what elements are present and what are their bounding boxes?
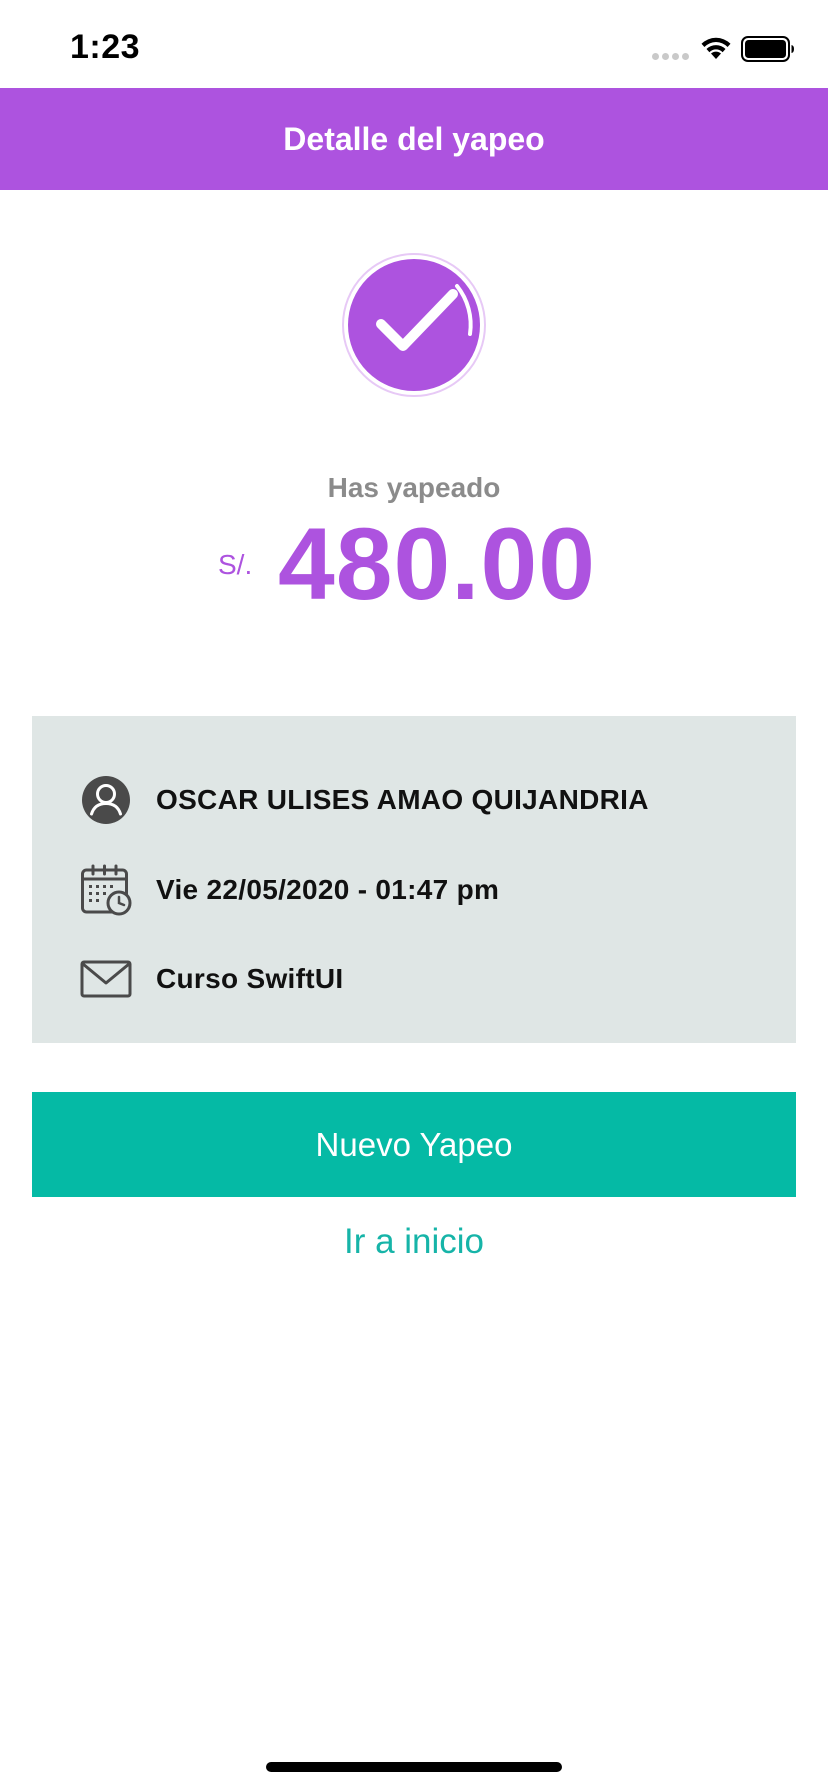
checkmark-circle-icon — [342, 253, 486, 397]
recipient-name: OSCAR ULISES AMAO QUIJANDRIA — [156, 784, 649, 815]
currency-symbol: S/. — [218, 549, 253, 580]
amount-display: S/. 480.00 — [0, 505, 828, 621]
home-indicator — [266, 1762, 562, 1772]
wifi-icon — [701, 37, 731, 59]
new-payment-button[interactable]: Nuevo Yapeo — [32, 1092, 796, 1197]
page-title: Detalle del yapeo — [283, 120, 545, 157]
amount-value: 480.00 — [278, 507, 596, 621]
calendar-clock-icon — [80, 864, 132, 916]
amount-caption: Has yapeado — [327, 472, 501, 503]
payment-message: Curso SwiftUI — [156, 963, 344, 994]
recipient-row: OSCAR ULISES AMAO QUIJANDRIA — [80, 772, 649, 828]
status-bar: 1:23 — [0, 0, 828, 88]
cellular-signal-icon — [652, 53, 689, 60]
payment-details-card: OSCAR ULISES AMAO QUIJANDRIA Vie 22/05/2… — [32, 716, 796, 1043]
payment-datetime: Vie 22/05/2020 - 01:47 pm — [156, 874, 500, 905]
battery-icon — [741, 36, 794, 62]
navigation-bar: Detalle del yapeo — [0, 88, 828, 190]
status-time: 1:23 — [70, 28, 141, 66]
datetime-row: Vie 22/05/2020 - 01:47 pm — [80, 862, 499, 918]
message-row: Curso SwiftUI — [80, 951, 343, 1007]
envelope-icon — [80, 953, 132, 1005]
go-home-link[interactable]: Ir a inicio — [0, 1222, 828, 1274]
user-avatar-icon — [80, 774, 132, 826]
